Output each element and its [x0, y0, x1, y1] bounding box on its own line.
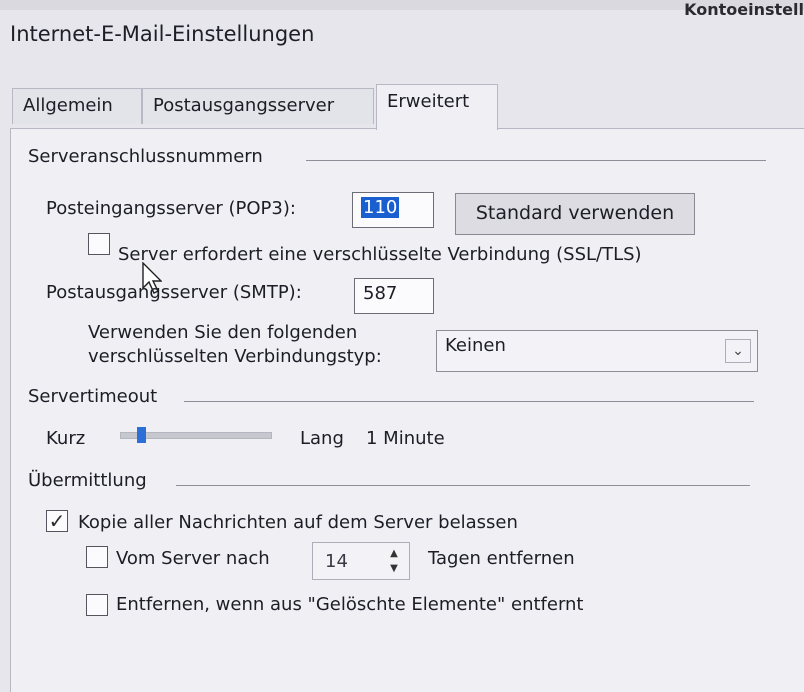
use-default-button[interactable]: Standard verwenden	[455, 193, 695, 235]
group-divider	[184, 401, 754, 402]
encryption-type-label-line2: verschlüsselten Verbindungstyp:	[88, 346, 382, 367]
group-divider	[176, 485, 750, 486]
remove-after-suffix-label: Tagen entfernen	[428, 548, 575, 569]
incoming-server-label: Posteingangsserver (POP3):	[46, 198, 296, 219]
group-title-timeout: Servertimeout	[28, 386, 158, 407]
outgoing-server-label: Postausgangsserver (SMTP):	[46, 282, 302, 303]
timeout-short-label: Kurz	[46, 428, 86, 449]
remove-after-prefix-label: Vom Server nach	[116, 548, 270, 569]
chevron-down-icon[interactable]: ⌄	[725, 339, 751, 363]
encryption-type-select[interactable]: Keinen ⌄	[436, 330, 758, 372]
tab-allgemein[interactable]: Allgemein	[12, 88, 142, 124]
timeout-long-label: Lang	[300, 428, 344, 449]
encryption-type-label-line1: Verwenden Sie den folgenden	[88, 322, 358, 343]
remove-after-days-value: 14	[325, 551, 348, 572]
stepper-arrows-icon[interactable]: ▲ ▼	[383, 546, 405, 578]
checkmark-icon: ✓	[48, 509, 66, 533]
timeout-value: 1 Minute	[366, 428, 445, 449]
ssl-checkbox[interactable]	[88, 233, 110, 255]
group-title-delivery: Übermittlung	[28, 470, 147, 491]
incoming-port-input[interactable]: 110	[352, 192, 434, 228]
keep-copy-checkbox[interactable]: ✓	[46, 510, 68, 532]
keep-copy-label: Kopie aller Nachrichten auf dem Server b…	[78, 512, 518, 533]
incoming-port-value: 110	[361, 197, 400, 218]
group-title-server-ports: Serveranschlussnummern	[28, 146, 263, 167]
timeout-slider-thumb[interactable]	[137, 427, 147, 443]
remove-after-days-checkbox[interactable]	[86, 546, 108, 568]
remove-deleted-checkbox[interactable]	[86, 594, 108, 616]
tab-postausgangsserver[interactable]: Postausgangsserver	[142, 88, 374, 124]
remove-after-days-stepper[interactable]: 14 ▲ ▼	[312, 542, 410, 580]
remove-deleted-label: Entfernen, wenn aus "Gelöschte Elemente"…	[116, 594, 584, 615]
ssl-checkbox-label: Server erfordert eine verschlüsselte Ver…	[118, 244, 642, 265]
tab-erweitert[interactable]: Erweitert	[376, 84, 498, 130]
encryption-type-value: Keinen	[445, 335, 506, 356]
outgoing-port-input[interactable]: 587	[354, 278, 434, 314]
background-window-title: Kontoeinstell	[684, 0, 804, 19]
group-divider	[306, 160, 766, 161]
dialog-title: Internet-E-Mail-Einstellungen	[10, 22, 315, 46]
